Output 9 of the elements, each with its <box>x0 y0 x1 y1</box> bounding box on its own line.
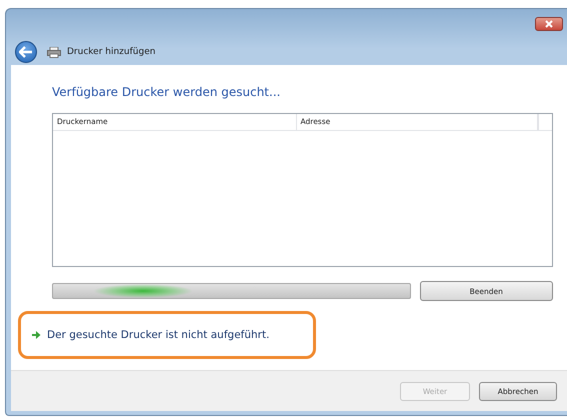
close-icon <box>544 20 554 28</box>
printer-not-listed-link[interactable]: Der gesuchte Drucker ist nicht aufgeführt. <box>47 329 270 341</box>
window-title: Drucker hinzufügen <box>67 47 156 57</box>
page-heading: Verfügbare Drucker werden gesucht... <box>52 85 282 99</box>
back-button[interactable] <box>15 41 37 63</box>
arrow-icon <box>31 330 41 340</box>
close-button[interactable] <box>535 17 563 31</box>
printer-icon <box>47 46 61 58</box>
back-arrow-icon <box>19 46 33 58</box>
